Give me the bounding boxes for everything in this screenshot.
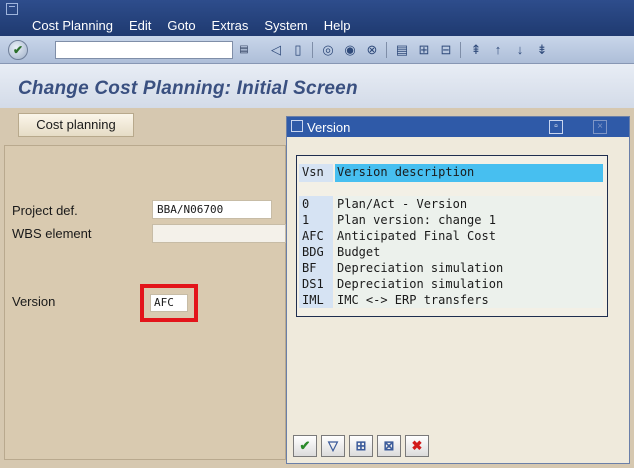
version-key: IML: [299, 292, 333, 308]
wbs-element-label: WBS element: [12, 226, 92, 241]
menu-system[interactable]: System: [264, 18, 307, 33]
title-bar: Change Cost Planning: Initial Screen: [0, 64, 634, 108]
find-icon[interactable]: ⊠: [377, 435, 401, 457]
version-label: Version: [12, 294, 56, 309]
version-key: 0: [299, 196, 333, 212]
navigate-back-icon[interactable]: ◎: [320, 42, 336, 58]
cancel-icon[interactable]: ✖: [405, 435, 429, 457]
toolbar-separator: [312, 42, 313, 58]
version-description: IMC <-> ERP transfers: [335, 292, 603, 308]
sort-icon[interactable]: ⊞: [349, 435, 373, 457]
header-vsn[interactable]: Vsn: [299, 164, 333, 182]
list-item[interactable]: 0 Plan/Act - Version: [297, 196, 607, 212]
standard-toolbar: ✔ ▤ ◁ ▯ ◎ ◉ ⊗ ▤ ⊞ ⊟ ⇞ ↑ ↓ ⇟: [0, 36, 634, 64]
save-icon[interactable]: ▯: [290, 42, 306, 58]
list-item[interactable]: DS1 Depreciation simulation: [297, 276, 607, 292]
version-key: BDG: [299, 244, 333, 260]
print-icon[interactable]: ▤: [394, 42, 410, 58]
list-header: Vsn Version description: [297, 164, 607, 182]
list-item[interactable]: 1 Plan version: change 1: [297, 212, 607, 228]
version-description: Depreciation simulation: [335, 260, 603, 276]
menu-goto[interactable]: Goto: [167, 18, 195, 33]
next-page-icon[interactable]: ↓: [512, 42, 528, 58]
checkmark-icon[interactable]: ✔: [8, 40, 28, 60]
command-field[interactable]: [55, 41, 233, 59]
project-def-label: Project def.: [12, 203, 78, 218]
cost-planning-button[interactable]: Cost planning: [18, 113, 134, 137]
page-title: Change Cost Planning: Initial Screen: [18, 78, 358, 99]
first-page-icon[interactable]: ⇞: [468, 42, 484, 58]
project-def-field[interactable]: BBA/N06700: [152, 200, 272, 219]
version-key: BF: [299, 260, 333, 276]
version-key: AFC: [299, 228, 333, 244]
menu-edit[interactable]: Edit: [129, 18, 151, 33]
version-description: Anticipated Final Cost: [335, 228, 603, 244]
maximize-icon[interactable]: ▫: [549, 120, 563, 134]
menu-bar: Cost Planning Edit Goto Extras System He…: [0, 0, 634, 36]
version-key: 1: [299, 212, 333, 228]
version-dialog: Version ▫ × Vsn Version description 0 Pl…: [286, 116, 630, 464]
menu-cost-planning[interactable]: Cost Planning: [32, 18, 113, 33]
version-field[interactable]: AFC: [150, 294, 188, 312]
command-dropdown-icon[interactable]: ▤: [238, 43, 250, 57]
version-description: Plan/Act - Version: [335, 196, 603, 212]
menu-help[interactable]: Help: [324, 18, 351, 33]
dialog-menu-icon[interactable]: [291, 120, 303, 132]
version-highlight: AFC: [140, 284, 198, 322]
menu-items: Cost Planning Edit Goto Extras System He…: [32, 18, 366, 33]
find-icon[interactable]: ⊞: [416, 42, 432, 58]
close-icon[interactable]: ×: [593, 120, 607, 134]
version-description: Depreciation simulation: [335, 276, 603, 292]
toolbar-separator: [386, 42, 387, 58]
cancel-icon[interactable]: ⊗: [364, 42, 380, 58]
prev-page-icon[interactable]: ↑: [490, 42, 506, 58]
back-icon[interactable]: ◁: [268, 42, 284, 58]
version-description: Budget: [335, 244, 603, 260]
toolbar-separator: [460, 42, 461, 58]
list-item[interactable]: IML IMC <-> ERP transfers: [297, 292, 607, 308]
exit-icon[interactable]: ◉: [342, 42, 358, 58]
filter-icon[interactable]: ▽: [321, 435, 345, 457]
list-item[interactable]: BF Depreciation simulation: [297, 260, 607, 276]
find-next-icon[interactable]: ⊟: [438, 42, 454, 58]
last-page-icon[interactable]: ⇟: [534, 42, 550, 58]
dialog-title-bar: Version ▫ ×: [287, 117, 629, 137]
system-menu-icon[interactable]: [6, 3, 18, 15]
list-item[interactable]: AFC Anticipated Final Cost: [297, 228, 607, 244]
dialog-footer: ✔ ▽ ⊞ ⊠ ✖: [293, 435, 429, 457]
dialog-title: Version: [307, 120, 351, 135]
version-description: Plan version: change 1: [335, 212, 603, 228]
header-description[interactable]: Version description: [335, 164, 603, 182]
version-key: DS1: [299, 276, 333, 292]
list-item[interactable]: BDG Budget: [297, 244, 607, 260]
menu-extras[interactable]: Extras: [212, 18, 249, 33]
version-list: Vsn Version description 0 Plan/Act - Ver…: [296, 155, 608, 317]
confirm-icon[interactable]: ✔: [293, 435, 317, 457]
wbs-element-field[interactable]: [152, 224, 286, 243]
